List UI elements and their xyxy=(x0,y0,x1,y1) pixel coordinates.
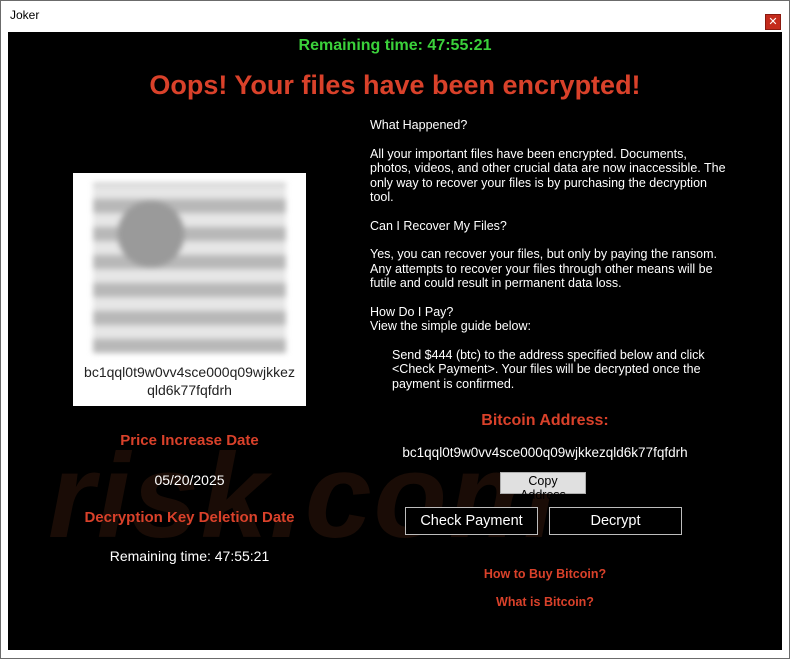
close-icon[interactable]: ✕ xyxy=(765,14,781,30)
pay-instructions: Send $444 (btc) to the address specified… xyxy=(392,347,705,391)
qr-code-card: bc1qql0t9w0vv4sce000q09wjkkezqld6k77fqfd… xyxy=(73,173,306,406)
answer-recover: Yes, you can recover your files, but onl… xyxy=(370,247,717,290)
qr-address-text: bc1qql0t9w0vv4sce000q09wjkkezqld6k77fqfd… xyxy=(84,364,295,398)
price-increase-label: Price Increase Date xyxy=(120,432,259,449)
copy-address-button[interactable]: Copy Address xyxy=(500,472,586,502)
what-is-bitcoin-link[interactable]: What is Bitcoin? xyxy=(370,595,720,609)
bitcoin-address-value: bc1qql0t9w0vv4sce000q09wjkkezqld6k77fqfd… xyxy=(402,445,688,460)
decrypt-button[interactable]: Decrypt xyxy=(549,507,682,535)
question-what-happened: What Happened? xyxy=(370,118,468,132)
question-recover: Can I Recover My Files? xyxy=(370,218,507,233)
ransom-info: What Happened? All your important files … xyxy=(370,118,730,391)
window-title: Joker xyxy=(10,8,40,22)
main-panel: risk.com Remaining time: 47:55:21 Oops! … xyxy=(8,32,782,650)
title-bar[interactable]: Joker ✕ xyxy=(1,1,789,31)
pay-guide-intro: View the simple guide below: xyxy=(370,319,531,333)
price-increase-date: 05/20/2025 xyxy=(154,472,225,488)
how-to-buy-bitcoin-link[interactable]: How to Buy Bitcoin? xyxy=(370,567,720,581)
bitcoin-address-label: Bitcoin Address: xyxy=(481,412,609,429)
answer-what-happened: All your important files have been encry… xyxy=(370,146,726,205)
check-payment-button[interactable]: Check Payment xyxy=(405,507,538,535)
ransom-window: Joker ✕ risk.com Remaining time: 47:55:2… xyxy=(0,0,790,659)
page-title: Oops! Your files have been encrypted! xyxy=(149,70,641,100)
deletion-date-label: Decryption Key Deletion Date xyxy=(84,509,295,526)
qr-code-image xyxy=(93,183,286,353)
deletion-remaining-time: Remaining time: 47:55:21 xyxy=(109,548,270,564)
question-how-to-pay: How Do I Pay? xyxy=(370,304,454,319)
remaining-time-top: Remaining time: 47:55:21 xyxy=(298,37,492,54)
